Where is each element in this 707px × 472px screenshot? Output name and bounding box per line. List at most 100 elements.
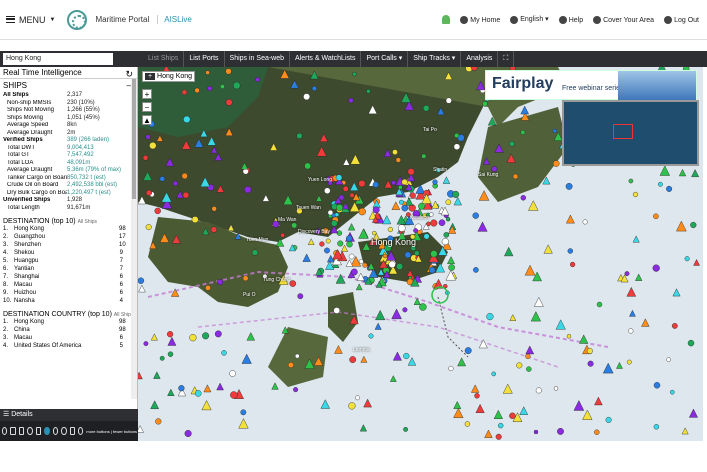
vessel-map[interactable]: + Hong Kong + − ▲ Fairplay Free webinar …	[138, 67, 703, 441]
tab-list-ships[interactable]: List Ships	[143, 51, 185, 67]
vessel-marker	[573, 400, 585, 411]
fairplay-ad-banner[interactable]: Fairplay Free webinar series	[485, 70, 697, 101]
vessel-marker	[229, 370, 236, 377]
stat-row: Total DWT 9,004,413	[0, 145, 137, 153]
list-item[interactable]: 2. China 98	[0, 326, 137, 334]
more-fewer-buttons[interactable]: more buttons | fewer buttons	[86, 429, 137, 434]
clock-tool-icon[interactable]	[52, 427, 59, 435]
list-item[interactable]: 2. Guangzhou 17	[0, 233, 137, 241]
vessel-marker	[154, 207, 161, 215]
destination-name: Yantian	[14, 266, 34, 272]
panel-scrollbar-thumb[interactable]	[132, 79, 136, 199]
stat-label: Average Speed	[7, 122, 49, 128]
tab-ships-in-sea-web[interactable]: Ships in Sea-web	[225, 51, 291, 67]
my-home-link[interactable]: My Home	[460, 15, 500, 24]
fullscreen-icon[interactable]: ⛶	[498, 51, 515, 67]
stat-row: Dry Bulk Cargo on Board1,220,497 t (est)	[0, 190, 137, 198]
vessel-marker	[401, 178, 408, 186]
vessel-marker	[319, 241, 325, 247]
list-item[interactable]: 9. Huizhou 6	[0, 289, 137, 297]
details-bar[interactable]: ☰ Details	[0, 409, 138, 421]
stat-value: 91,671m	[67, 204, 91, 211]
vessel-marker	[553, 386, 559, 391]
stat-label: Total GT	[7, 152, 30, 158]
language-label: English	[520, 16, 544, 24]
zoom-in-button[interactable]: +	[142, 89, 152, 99]
filter-tool-icon[interactable]	[18, 427, 25, 435]
vessel-marker	[382, 253, 388, 259]
product-link[interactable]: AISLive	[157, 15, 192, 24]
destination-name: Nansha	[14, 298, 35, 304]
vessel-marker	[423, 105, 430, 112]
language-link[interactable]: English ▾	[510, 15, 549, 24]
panel-scrollbar[interactable]	[131, 79, 137, 399]
menu-button[interactable]: MENU ▼	[6, 15, 55, 25]
vessel-marker	[504, 246, 514, 257]
destination-name: Shanghai	[14, 274, 40, 280]
ihs-logo-icon[interactable]	[67, 9, 88, 30]
ships-heading[interactable]: SHIPS –	[0, 79, 137, 92]
fewer-buttons-link[interactable]: fewer buttons	[113, 429, 137, 434]
vessel-marker	[368, 333, 374, 339]
zoom-out-button[interactable]: −	[142, 102, 152, 112]
list-item[interactable]: 3. Macau 6	[0, 334, 137, 342]
portal-link[interactable]: Maritime Portal	[95, 15, 149, 24]
vessel-marker	[566, 334, 572, 339]
tab-port-calls-label: Port Calls	[366, 55, 397, 62]
vessel-marker	[287, 362, 294, 369]
vessel-marker	[658, 181, 663, 187]
info-tool-icon[interactable]	[77, 427, 84, 435]
rank: 10.	[3, 298, 12, 304]
vessel-marker	[388, 260, 396, 269]
more-buttons-link[interactable]: more buttons	[86, 429, 109, 434]
tab-ship-tracks[interactable]: Ship Tracks ▾	[408, 51, 462, 67]
stat-label: Verified Ships	[3, 137, 43, 143]
city-label: Hong Kong	[371, 237, 417, 247]
layers-tool-icon[interactable]	[10, 427, 16, 435]
vessel-marker	[579, 334, 589, 344]
list-item[interactable]: 1. Hong Kong 98	[0, 225, 137, 233]
logout-link[interactable]: Log Out	[664, 15, 699, 24]
stat-row: Total Length 91,671m	[0, 205, 137, 213]
tab-analysis[interactable]: Analysis	[461, 51, 499, 67]
vessel-marker	[398, 199, 404, 205]
details-icon: ☰	[3, 411, 12, 418]
list-item[interactable]: 4. United States Of America 5	[0, 342, 137, 350]
user-icon	[460, 15, 469, 24]
weather-tool-icon[interactable]	[61, 427, 67, 435]
help-link[interactable]: Help	[558, 15, 583, 24]
compass-icon[interactable]: ▲	[142, 115, 152, 125]
list-item[interactable]: 4. Shekou 9	[0, 249, 137, 257]
vessel-marker	[191, 216, 199, 224]
vessel-marker	[311, 86, 317, 92]
globe-tool-icon[interactable]	[44, 427, 50, 435]
tab-port-calls[interactable]: Port Calls ▾	[361, 51, 409, 67]
list-item[interactable]: 10. Nansha 4	[0, 297, 137, 305]
vessel-marker	[203, 384, 212, 393]
list-item[interactable]: 6. Yantian 7	[0, 265, 137, 273]
vessel-marker	[359, 424, 367, 432]
vessel-marker	[524, 264, 536, 276]
list-item[interactable]: 8. Macau 6	[0, 281, 137, 289]
tab-list-ports[interactable]: List Ports	[184, 51, 225, 67]
vessel-marker	[535, 387, 542, 394]
list-item[interactable]: 5. Huangpu 7	[0, 257, 137, 265]
search-tool-icon[interactable]	[2, 427, 8, 435]
cover-area-link[interactable]: Cover Your Area	[593, 15, 654, 24]
tab-alerts-watchlists[interactable]: Alerts & WatchLists	[290, 51, 362, 67]
list-tool-icon[interactable]	[35, 427, 42, 435]
location-search-input[interactable]	[3, 53, 113, 65]
stat-row: All Ships 2,317	[0, 92, 137, 100]
list-item[interactable]: 1. Hong Kong 98	[0, 318, 137, 326]
overview-minimap[interactable]	[562, 100, 699, 166]
measure-tool-icon[interactable]	[27, 427, 33, 435]
vessel-marker	[525, 345, 535, 355]
bell-icon[interactable]	[442, 15, 451, 24]
list-item[interactable]: 7. Shanghai 6	[0, 273, 137, 281]
vessel-marker	[327, 209, 334, 216]
list-item[interactable]: 3. Shenzhen 10	[0, 241, 137, 249]
vessel-marker	[453, 196, 462, 206]
ruler-tool-icon[interactable]	[69, 427, 75, 435]
minimap-viewport[interactable]	[613, 124, 633, 139]
vessel-marker	[391, 180, 397, 186]
